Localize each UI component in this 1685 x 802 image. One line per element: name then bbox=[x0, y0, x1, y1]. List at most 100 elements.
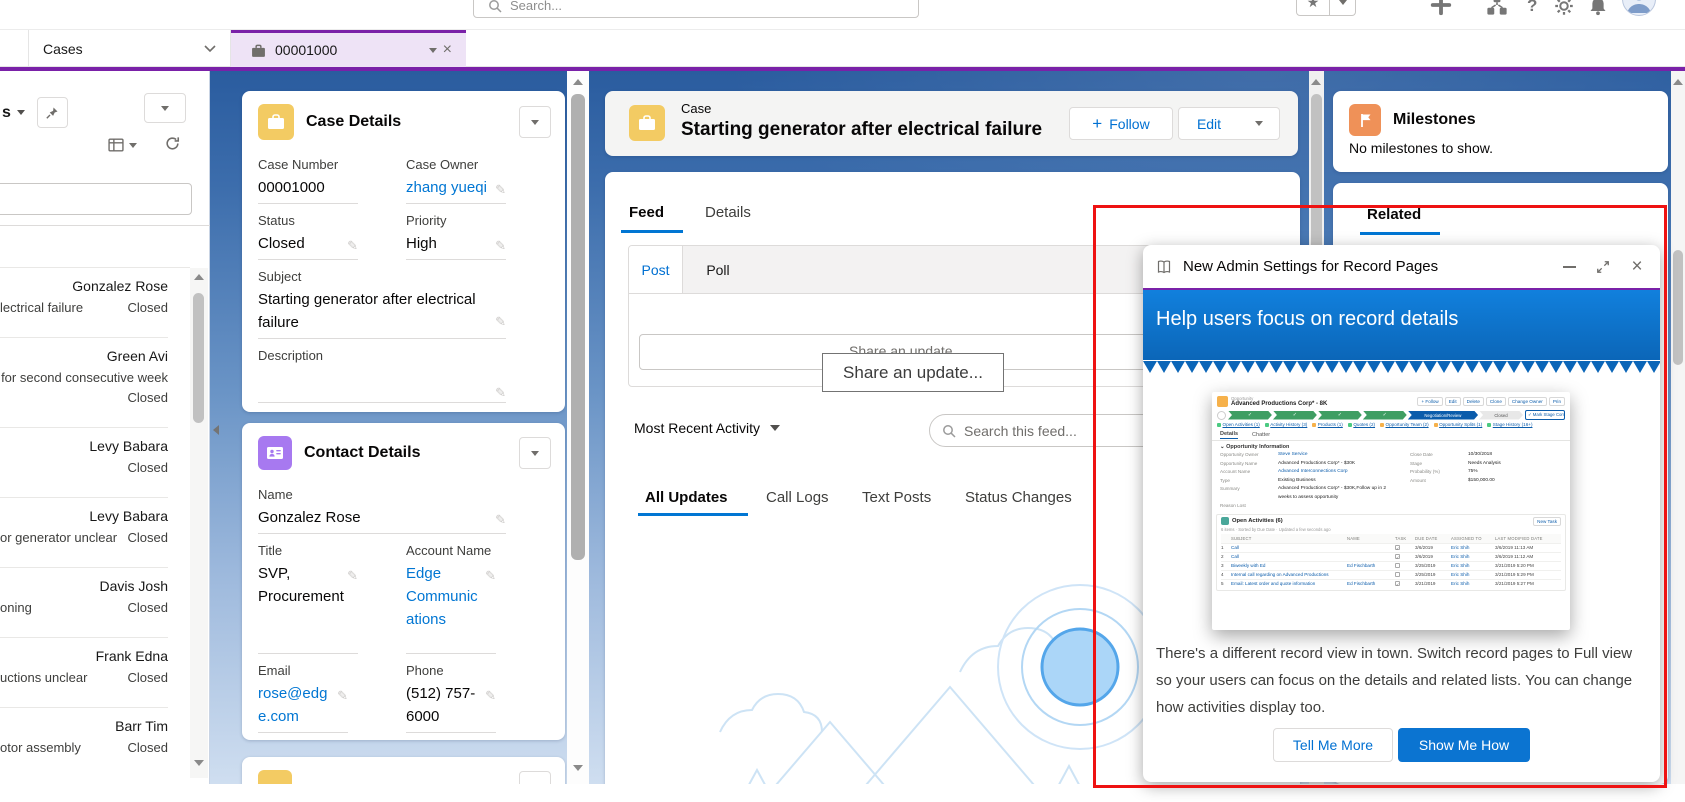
tab-cases[interactable]: Cases bbox=[28, 30, 231, 67]
filter-status-changes[interactable]: Status Changes bbox=[965, 489, 1072, 506]
plus-icon: + bbox=[1092, 113, 1103, 133]
list-actions-button[interactable] bbox=[144, 93, 186, 123]
filter-all-updates[interactable]: All Updates bbox=[645, 489, 728, 506]
help-button[interactable]: ? bbox=[1527, 0, 1537, 16]
minimize-button[interactable] bbox=[1558, 256, 1580, 278]
item-subject: uctions unclear bbox=[0, 670, 88, 685]
tab-poll[interactable]: Poll bbox=[683, 246, 753, 293]
favorites-button[interactable]: ★ bbox=[1296, 0, 1356, 16]
account-link[interactable]: Edge Communications bbox=[406, 565, 478, 628]
add-button[interactable] bbox=[1430, 0, 1452, 16]
list-view-selector[interactable]: s bbox=[2, 97, 68, 128]
card-title: Milestones bbox=[1393, 111, 1476, 128]
scroll-down-icon[interactable] bbox=[194, 760, 204, 766]
search-icon bbox=[943, 424, 956, 438]
item-status: Closed bbox=[127, 600, 168, 615]
edit-icon[interactable]: ✎ bbox=[485, 684, 496, 707]
close-icon[interactable]: × bbox=[1626, 256, 1648, 278]
scroll-up-icon[interactable] bbox=[1311, 79, 1321, 85]
list-item[interactable]: Green Avi for second consecutive week Clo… bbox=[0, 338, 168, 428]
book-icon bbox=[1157, 260, 1171, 273]
tab-close-icon[interactable]: × bbox=[443, 41, 452, 59]
bottom-band bbox=[0, 784, 1685, 802]
mini-fields: Opportunity Owner Steve Service Opportuni… bbox=[1220, 452, 1501, 508]
star-icon[interactable]: ★ bbox=[1296, 0, 1330, 16]
filter-call-logs[interactable]: Call Logs bbox=[766, 489, 829, 506]
settings-button[interactable] bbox=[1554, 0, 1574, 16]
minimize-icon bbox=[1562, 265, 1576, 268]
list-item[interactable]: Frank Edna uctions unclear Closed bbox=[0, 638, 168, 708]
scrollbar-thumb[interactable] bbox=[193, 293, 204, 423]
active-tab-underline bbox=[1360, 232, 1440, 235]
chevron-down-icon[interactable] bbox=[204, 44, 216, 53]
setup-launcher-button[interactable] bbox=[1486, 0, 1508, 16]
popup-header[interactable]: New Admin Settings for Record Pages × bbox=[1143, 245, 1660, 288]
card-menu-button[interactable] bbox=[519, 437, 551, 469]
show-me-how-button[interactable]: Show Me How bbox=[1398, 728, 1530, 762]
center-scrollbar[interactable] bbox=[567, 71, 589, 784]
tab-details[interactable]: Details bbox=[705, 204, 751, 221]
case-owner-link[interactable]: zhang yueqi bbox=[406, 179, 487, 196]
email-link[interactable]: rose@edge.com bbox=[258, 685, 327, 725]
list-item[interactable]: Levy Babara or generator unclear Closed bbox=[0, 498, 168, 568]
tab-case-00001000[interactable]: 00001000 × bbox=[231, 30, 466, 67]
item-status: Closed bbox=[127, 390, 168, 405]
filter-text-posts[interactable]: Text Posts bbox=[862, 489, 931, 506]
edit-icon[interactable]: ✎ bbox=[495, 508, 506, 531]
mini-activities-panel: Open Activities (6) New Task 6 items · S… bbox=[1216, 513, 1566, 591]
popup-body-text: There's a different record view in town.… bbox=[1156, 645, 1633, 716]
edit-icon[interactable]: ✎ bbox=[495, 310, 506, 333]
edit-icon[interactable]: ✎ bbox=[495, 234, 506, 257]
refresh-button[interactable] bbox=[164, 135, 181, 157]
feed-sort-button[interactable]: Most Recent Activity bbox=[634, 420, 781, 436]
favorites-expand-button[interactable] bbox=[1330, 0, 1356, 16]
tab-chevron-icon[interactable] bbox=[428, 47, 437, 53]
list-scrollbar[interactable] bbox=[190, 268, 208, 778]
list-item[interactable]: Barr Tim otor assembly Closed bbox=[0, 708, 168, 778]
scrollbar-thumb[interactable] bbox=[1673, 250, 1683, 365]
list-item[interactable]: Gonzalez Rose lectrical failure Closed bbox=[0, 268, 168, 338]
mini-record-header: Opportunity Advanced Productions Corp* -… bbox=[1212, 392, 1570, 409]
tab-feed[interactable]: Feed bbox=[629, 204, 664, 221]
item-subject: otor assembly bbox=[0, 740, 81, 755]
pin-button[interactable] bbox=[36, 97, 68, 128]
user-avatar[interactable] bbox=[1622, 0, 1656, 16]
edit-icon[interactable]: ✎ bbox=[347, 234, 358, 257]
list-item[interactable]: Levy Babara Closed bbox=[0, 428, 168, 498]
scroll-up-icon[interactable] bbox=[1673, 79, 1683, 85]
scroll-down-icon[interactable] bbox=[573, 765, 583, 771]
panel-collapse-arrow[interactable] bbox=[213, 425, 219, 435]
tell-me-more-button[interactable]: Tell Me More bbox=[1273, 728, 1393, 762]
list-item[interactable]: Davis Josh oning Closed bbox=[0, 568, 168, 638]
follow-button[interactable]: + Follow bbox=[1069, 107, 1173, 140]
list-search-input[interactable] bbox=[0, 183, 192, 215]
display-toggle-button[interactable] bbox=[108, 137, 137, 153]
card-menu-button[interactable] bbox=[519, 771, 551, 784]
edit-icon[interactable]: ✎ bbox=[347, 564, 358, 587]
tab-related[interactable]: Related bbox=[1367, 206, 1421, 223]
case-icon bbox=[258, 104, 294, 140]
window-scrollbar[interactable] bbox=[1671, 71, 1685, 784]
brand-divider bbox=[0, 67, 1685, 71]
expand-button[interactable] bbox=[1592, 256, 1614, 278]
mini-table-row: 1 Call ✓ 3/6/2019 Eric Shih 3/6/2019 11:13 AM bbox=[1221, 542, 1561, 552]
edit-icon[interactable]: ✎ bbox=[495, 381, 506, 404]
scrollbar-thumb[interactable] bbox=[571, 94, 585, 560]
field-case-number: Case Number 00001000 bbox=[258, 148, 358, 204]
tab-post[interactable]: Post bbox=[629, 246, 683, 293]
global-search-input[interactable]: Search... bbox=[473, 0, 919, 18]
edit-icon[interactable]: ✎ bbox=[485, 564, 496, 587]
next-card-partial bbox=[242, 757, 565, 784]
scroll-up-icon[interactable] bbox=[573, 79, 583, 85]
edit-button[interactable]: Edit bbox=[1178, 107, 1240, 140]
notifications-button[interactable] bbox=[1588, 0, 1608, 16]
card-menu-button[interactable] bbox=[519, 106, 551, 138]
scroll-up-icon[interactable] bbox=[194, 274, 204, 280]
item-status: Closed bbox=[127, 740, 168, 755]
edit-dropdown-button[interactable] bbox=[1239, 107, 1280, 140]
edit-icon[interactable]: ✎ bbox=[495, 178, 506, 201]
item-subject: for second consecutive week bbox=[1, 370, 168, 385]
record-header-card: Case Starting generator after electrical… bbox=[605, 91, 1298, 156]
edit-icon[interactable]: ✎ bbox=[337, 684, 348, 707]
field-priority: Priority High ✎ bbox=[406, 204, 506, 260]
